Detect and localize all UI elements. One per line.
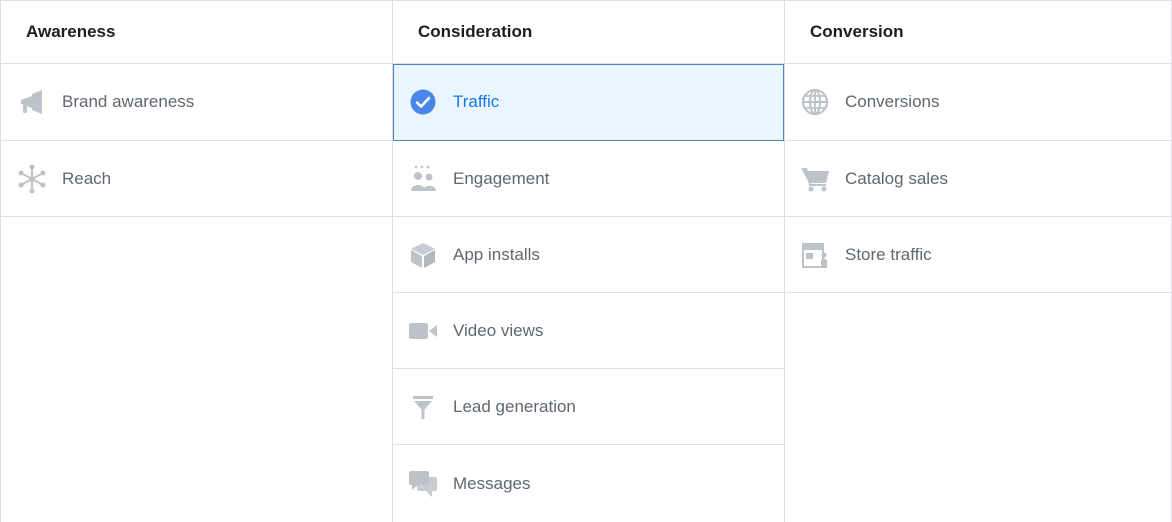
column-consideration: Consideration Traffic Engagement App ins… xyxy=(393,1,785,522)
column-header-awareness: Awareness xyxy=(1,1,392,64)
objective-label: Conversions xyxy=(845,92,940,111)
objective-messages[interactable]: Messages xyxy=(393,445,784,522)
column-conversion: Conversion Conversions Catalog sales Sto… xyxy=(785,1,1172,522)
objective-reach[interactable]: Reach xyxy=(1,141,392,217)
objective-brand-awareness[interactable]: Brand awareness xyxy=(1,64,392,141)
objective-store-traffic[interactable]: Store traffic xyxy=(785,217,1171,293)
objective-label: Brand awareness xyxy=(62,92,195,111)
store-icon xyxy=(800,240,830,270)
objective-label: Traffic xyxy=(453,92,500,111)
objective-label: Lead generation xyxy=(453,396,576,416)
funnel-icon xyxy=(408,392,438,422)
objective-lead-generation[interactable]: Lead generation xyxy=(393,369,784,445)
objective-label: Store traffic xyxy=(845,244,932,264)
objective-catalog-sales[interactable]: Catalog sales xyxy=(785,141,1171,217)
objective-conversions[interactable]: Conversions xyxy=(785,64,1171,141)
box-icon xyxy=(408,240,438,270)
objective-label: Catalog sales xyxy=(845,168,949,188)
column-header-conversion: Conversion xyxy=(785,1,1171,64)
objective-video-views[interactable]: Video views xyxy=(393,293,784,369)
objective-label: Messages xyxy=(453,473,531,493)
people-icon xyxy=(408,164,438,194)
objective-grid: Awareness Brand awareness Reach Consider… xyxy=(0,0,1172,522)
globe-icon xyxy=(800,87,830,117)
objective-label: App installs xyxy=(453,244,540,264)
shopping-cart-icon xyxy=(800,164,830,194)
objective-traffic[interactable]: Traffic xyxy=(393,64,784,141)
megaphone-icon xyxy=(17,87,47,117)
check-circle-icon xyxy=(408,87,438,117)
objective-app-installs[interactable]: App installs xyxy=(393,217,784,293)
objective-label: Engagement xyxy=(453,168,550,188)
objective-engagement[interactable]: Engagement xyxy=(393,141,784,217)
video-camera-icon xyxy=(408,316,438,346)
objective-label: Reach xyxy=(62,168,112,188)
column-header-consideration: Consideration xyxy=(393,1,784,64)
column-awareness: Awareness Brand awareness Reach xyxy=(0,1,393,522)
objective-label: Video views xyxy=(453,320,544,340)
reach-icon xyxy=(17,164,47,194)
chat-bubbles-icon xyxy=(408,469,438,499)
